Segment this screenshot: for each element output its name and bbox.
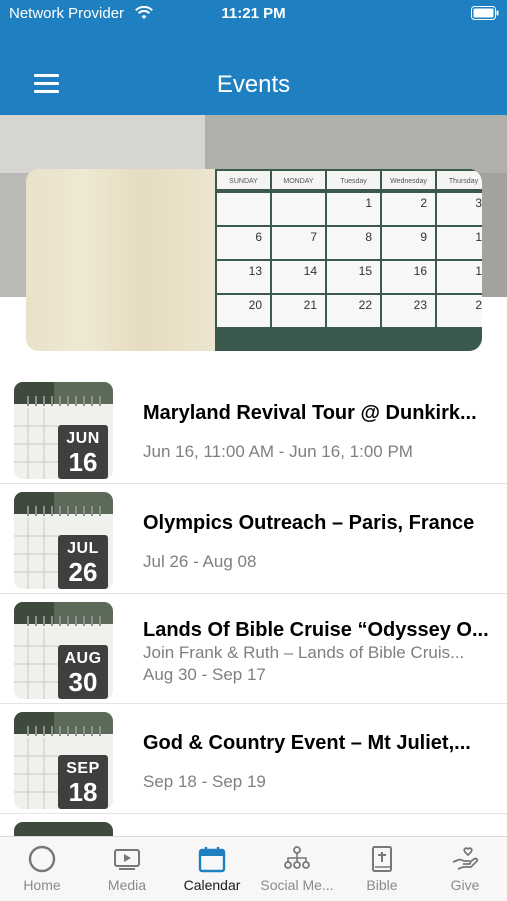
event-thumbnail: AUG 30	[14, 602, 113, 699]
tab-label: Calendar	[183, 877, 241, 893]
calendar-date-number: 1	[475, 230, 482, 244]
event-row[interactable]: JUL 26 Olympics Outreach – Paris, France…	[0, 484, 507, 594]
calendar-day-name: MONDAY	[283, 178, 314, 185]
tab-give[interactable]: Give	[423, 837, 507, 901]
date-day: 16	[68, 447, 98, 477]
calendar-date-number: 13	[249, 264, 263, 278]
tab-home[interactable]: Home	[0, 837, 84, 901]
status-bar: Network Provider 11:21 PM	[0, 0, 507, 30]
calendar-date-number: 6	[255, 230, 262, 244]
calendar-date-number: 2	[475, 298, 482, 312]
wood-texture	[26, 169, 217, 351]
calendar-date-number: 1	[365, 196, 372, 210]
social-network-icon	[284, 846, 310, 869]
date-month: JUN	[66, 430, 100, 447]
calendar-day-name: Tuesday	[340, 178, 367, 185]
calendar-illustration: 1 2 3 6 7 8 9 1 13 14 15 16 1 20 21 22 23 2 SUNDAY MONDAY T…	[215, 169, 482, 351]
page-title: Events	[216, 71, 291, 98]
date-day: 18	[68, 777, 98, 807]
calendar-date-number: 2	[420, 196, 427, 210]
date-badge: JUN 16	[58, 425, 108, 479]
date-badge: AUG 30	[58, 645, 108, 699]
event-thumbnail	[14, 822, 113, 836]
event-title: Olympics Outreach – Paris, France	[143, 512, 475, 534]
bible-icon	[372, 846, 392, 872]
calendar-date-number: 14	[304, 264, 318, 278]
calendar-date-number: 7	[310, 230, 317, 244]
calendar-day-name: Wednesday	[390, 178, 427, 185]
event-title: Maryland Revival Tour @ Dunkirk...	[143, 402, 477, 424]
calendar-date-number: 15	[359, 264, 373, 278]
app-header: Network Provider 11:21 PM Events	[0, 0, 507, 115]
event-title: Lands Of Bible Cruise “Odyssey O...	[143, 619, 489, 641]
calendar-date-number: 23	[414, 298, 428, 312]
event-dates: Aug 30 - Sep 17	[143, 665, 266, 684]
event-row[interactable]	[0, 814, 507, 836]
tab-label: Home	[23, 877, 61, 893]
event-thumbnail: JUL 26	[14, 492, 113, 589]
event-row[interactable]: JUN 16 Maryland Revival Tour @ Dunkirk..…	[0, 374, 507, 484]
status-time: 11:21 PM	[221, 5, 286, 22]
calendar-day-name: Thursday	[449, 178, 479, 185]
tab-label: Bible	[366, 877, 398, 893]
tab-bar: Home Media Calendar Social Me... Bible G…	[0, 836, 507, 901]
event-row[interactable]: SEP 18 God & Country Event – Mt Juliet,.…	[0, 704, 507, 814]
tab-label: Give	[450, 877, 480, 893]
date-day: 26	[68, 557, 98, 587]
event-dates: Jul 26 - Aug 08	[143, 552, 257, 571]
calendar-date-number: 8	[365, 230, 372, 244]
tab-media[interactable]: Media	[85, 837, 169, 901]
date-month: SEP	[66, 760, 100, 777]
calendar-date-number: 3	[475, 196, 482, 210]
event-title: God & Country Event – Mt Juliet,...	[143, 732, 471, 754]
home-circle-icon	[28, 845, 56, 873]
date-month: JUL	[67, 540, 99, 557]
date-badge: SEP 18	[58, 755, 108, 809]
media-play-icon	[114, 849, 140, 870]
event-thumbnail: SEP 18	[14, 712, 113, 809]
event-dates: Jun 16, 11:00 AM - Jun 16, 1:00 PM	[143, 442, 413, 461]
give-hand-icon	[452, 847, 479, 870]
calendar-date-number: 16	[414, 264, 428, 278]
battery-icon	[471, 6, 499, 20]
tab-label: Social Me...	[260, 877, 334, 893]
calendar-date-number: 22	[359, 298, 373, 312]
event-row[interactable]: AUG 30 Lands Of Bible Cruise “Odyssey O.…	[0, 594, 507, 704]
calendar-date-number: 1	[475, 264, 482, 278]
calendar-date-number: 21	[304, 298, 318, 312]
tab-social-media[interactable]: Social Me...	[255, 837, 339, 901]
date-badge: JUL 26	[58, 535, 108, 589]
tab-label: Media	[107, 877, 147, 893]
calendar-date-number: 20	[249, 298, 263, 312]
calendar-grid: 1 2 36 7 8 9 113 14 15 16 120 21 22 23 2	[217, 193, 482, 327]
calendar-day-name: SUNDAY	[229, 178, 258, 185]
tab-calendar[interactable]: Calendar	[170, 837, 254, 901]
tab-bible[interactable]: Bible	[340, 837, 424, 901]
calendar-date-number: 9	[420, 230, 427, 244]
calendar-banner-image: 1 2 3 6 7 8 9 1 13 14 15 16 1 20 21 22 23 2 SUNDAY MONDAY T…	[26, 169, 482, 351]
date-month: AUG	[64, 650, 102, 667]
event-dates: Sep 18 - Sep 19	[143, 772, 266, 791]
event-thumbnail: JUN 16	[14, 382, 113, 479]
calendar-icon	[198, 847, 226, 873]
date-day: 30	[68, 667, 98, 697]
event-subtitle: Join Frank & Ruth – Lands of Bible Cruis…	[143, 643, 465, 662]
